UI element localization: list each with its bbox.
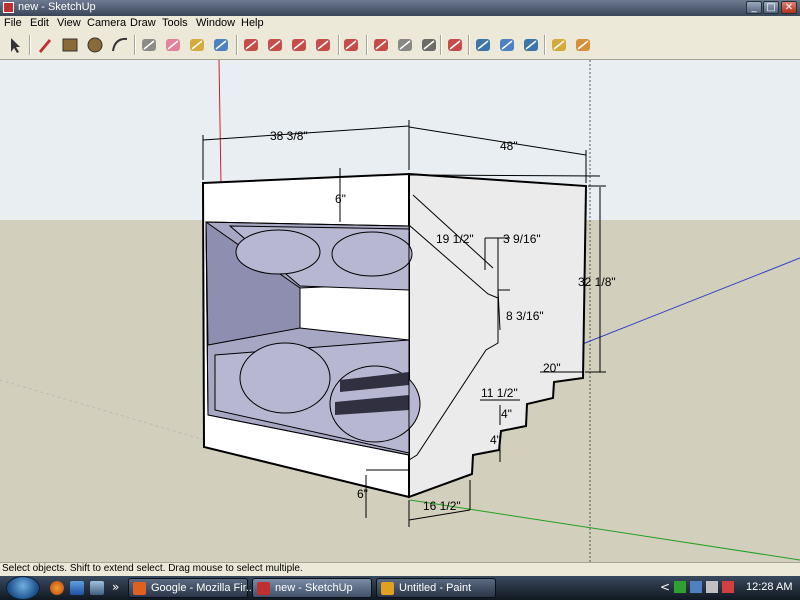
close-button[interactable]: ✕ [781,1,797,14]
firefox-icon[interactable] [50,581,64,595]
firefox-task-icon [133,582,146,595]
dimension-label[interactable]: 8 3/16" [506,309,544,323]
network-icon[interactable] [690,581,702,593]
dimension-label[interactable]: 32 1/8" [578,275,616,289]
dimension-label[interactable]: 20" [543,361,561,375]
main-toolbar [0,31,800,60]
status-bar: Select objects. Shift to extend select. … [0,562,800,577]
toggle-terrain-icon[interactable] [572,34,594,56]
title-bar: new - SketchUp _ □ ✕ [0,0,800,16]
maximize-button[interactable]: □ [763,1,779,14]
upper-left-woofer-cutout[interactable] [235,229,321,275]
taskbar-item-sketchup[interactable]: new - SketchUp [252,578,372,598]
menu-tools[interactable]: Tools [162,17,188,29]
toolbar-separator [366,35,368,55]
menu-bar: File Edit View Camera Draw Tools Window … [0,16,800,32]
menu-help[interactable]: Help [241,17,264,29]
tray-app-icon[interactable] [674,581,686,593]
security-icon[interactable] [722,581,734,593]
taskbar-item-paint[interactable]: Untitled - Paint [376,578,496,598]
quick-launch-more[interactable]: » [112,580,119,594]
dimension-label[interactable]: 3 9/16" [503,232,541,246]
dimension-label[interactable]: 11 1/2" [481,386,518,400]
dimension-label[interactable]: 4" [490,433,501,447]
task-label: new - SketchUp [275,582,353,594]
get-current-view-icon[interactable] [548,34,570,56]
toolbar-separator [468,35,470,55]
dimension-label[interactable]: 19 1/2" [436,232,474,246]
menu-view[interactable]: View [57,17,81,29]
share-model-icon[interactable] [496,34,518,56]
taskbar-item-firefox[interactable]: Google - Mozilla Fir... [128,578,255,598]
dimension-label[interactable]: 6" [335,192,346,206]
menu-draw[interactable]: Draw [130,17,156,29]
zoom-extents-icon[interactable] [444,34,466,56]
dimension-label[interactable]: 38 3/8" [270,129,308,143]
menu-window[interactable]: Window [196,17,235,29]
tray-expand-arrow[interactable]: < [660,580,670,594]
menu-edit[interactable]: Edit [30,17,49,29]
clock: 12:28 AM [746,581,793,593]
dimension-label[interactable]: 6" [357,487,368,501]
menu-camera[interactable]: Camera [87,17,126,29]
lower-left-woofer-cutout[interactable] [239,342,331,414]
orbit-tool-icon[interactable] [370,34,392,56]
menu-file[interactable]: File [4,17,22,29]
paint-task-icon [381,582,394,595]
status-text: Select objects. Shift to extend select. … [2,563,303,574]
windows-taskbar: » Google - Mozilla Fir... new - SketchUp… [0,576,800,600]
push-pull-icon[interactable] [240,34,262,56]
paint-bucket-icon[interactable] [210,34,232,56]
show-desktop-icon[interactable] [90,581,104,595]
zoom-tool-icon[interactable] [418,34,440,56]
volume-icon[interactable] [706,581,718,593]
scene-svg: 38 3/8" 48" 6" 19 1/2" 3 9/16" 32 1/8" 8 3/16"… [0,60,800,562]
modeling-viewport[interactable]: 38 3/8" 48" 6" 19 1/2" 3 9/16" 32 1/8" 8 3/16"… [0,60,800,562]
dimension-label[interactable]: 16 1/2" [423,499,461,513]
rectangle-tool-icon[interactable] [59,34,81,56]
circle-tool-icon[interactable] [84,34,106,56]
minimize-button[interactable]: _ [746,1,762,14]
window-title: new - SketchUp [18,1,96,13]
offset-tool-icon[interactable] [340,34,362,56]
get-models-icon[interactable] [472,34,494,56]
select-tool-icon[interactable] [4,34,26,56]
pencil-tool-icon[interactable] [34,34,56,56]
google-earth-icon[interactable] [520,34,542,56]
system-tray: < 12:28 AM [660,576,800,600]
move-tool-icon[interactable] [264,34,286,56]
arc-tool-icon[interactable] [109,34,131,56]
sketchup-app-icon [3,2,14,13]
dimension-label[interactable]: 4" [501,407,512,421]
task-label: Untitled - Paint [399,582,472,594]
tape-measure-icon[interactable] [186,34,208,56]
task-label: Google - Mozilla Fir... [151,582,255,594]
follow-me-icon[interactable] [312,34,334,56]
eraser-tool-icon[interactable] [162,34,184,56]
dimension-label[interactable]: 48" [500,139,518,153]
toolbar-separator [29,35,31,55]
pan-hand-icon[interactable] [394,34,416,56]
start-button[interactable] [6,576,40,600]
rotate-tool-icon[interactable] [288,34,310,56]
toolbar-separator [236,35,238,55]
upper-right-woofer-cutout[interactable] [331,231,413,277]
toolbar-separator [544,35,546,55]
toolbar-separator [440,35,442,55]
sketchup-task-icon [257,582,270,595]
toolbar-separator [134,35,136,55]
media-icon[interactable] [70,581,84,595]
make-component-icon[interactable] [138,34,160,56]
